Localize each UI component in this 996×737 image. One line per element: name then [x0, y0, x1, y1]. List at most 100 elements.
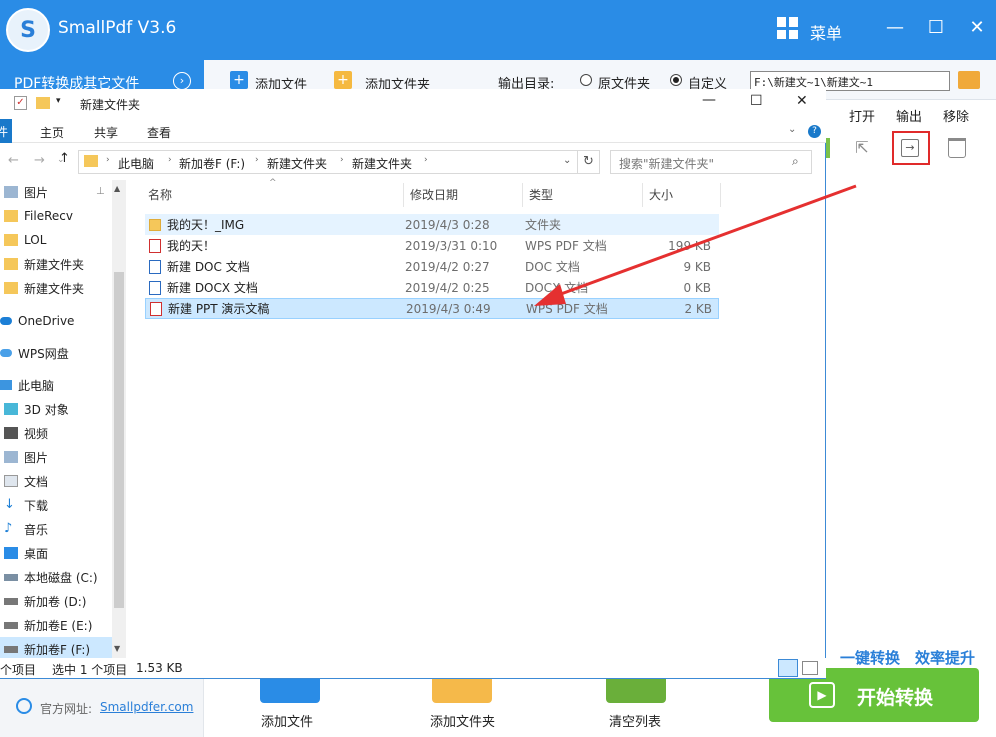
tab-view[interactable]: 查看 — [147, 124, 171, 141]
explorer-close-icon[interactable]: ✕ — [796, 93, 808, 109]
nav-item-drive-e[interactable]: 新加卷E (E:) — [0, 613, 112, 637]
nav-label: 新加卷 (D:) — [24, 594, 87, 609]
browse-folder-icon[interactable] — [958, 71, 980, 89]
tab-file[interactable]: 件 — [0, 119, 12, 143]
status-selected: 选中 1 个项目 — [52, 663, 128, 677]
explorer-ribbon — [0, 119, 826, 143]
logo-letter: S — [20, 17, 36, 43]
file-date: 2019/4/2 0:25 — [405, 280, 490, 295]
tab-file-label: 件 — [0, 125, 9, 139]
nav-item-documents[interactable]: 文档 — [0, 469, 112, 493]
tab-home[interactable]: 主页 — [40, 124, 64, 141]
nav-item-newfolder-1[interactable]: 新建文件夹 — [0, 252, 112, 276]
picture-icon — [4, 186, 18, 198]
nav-item-drive-c[interactable]: 本地磁盘 (C:) — [0, 565, 112, 589]
file-name: 我的天！ — [167, 239, 216, 253]
properties-icon[interactable]: ✓ — [14, 96, 27, 110]
trash-icon[interactable] — [948, 138, 966, 158]
nav-item-drive-d[interactable]: 新加卷 (D:) — [0, 589, 112, 613]
open-external-icon[interactable]: ⇱ — [852, 138, 872, 158]
menu-button[interactable]: 菜单 — [810, 20, 842, 44]
nav-item-videos[interactable]: 视频 — [0, 421, 112, 445]
bottom-add-folder-icon[interactable] — [432, 679, 492, 703]
bottom-add-file[interactable]: 添加文件 — [261, 711, 313, 730]
address-dropdown-icon[interactable]: ⌄ — [563, 155, 571, 166]
explorer-maximize-icon[interactable]: ☐ — [750, 93, 763, 109]
add-folder-icon[interactable]: + — [334, 71, 352, 89]
nav-label: 新加卷F (F:) — [24, 642, 91, 657]
nav-item-desktop[interactable]: 桌面 — [0, 541, 112, 565]
nav-item-3d[interactable]: 3D 对象 — [0, 397, 112, 421]
minimize-icon[interactable]: — — [880, 14, 910, 42]
nav-scroll-up-icon[interactable]: ▲ — [114, 184, 120, 193]
refresh-icon[interactable]: ↻ — [578, 150, 600, 174]
bottom-add-file-icon[interactable] — [260, 679, 320, 703]
search-input[interactable]: 搜索"新建文件夹" — [610, 150, 812, 174]
nav-item-thispc[interactable]: 此电脑 — [0, 373, 112, 397]
drive-icon — [4, 621, 18, 629]
explorer-minimize-icon[interactable]: — — [702, 92, 716, 108]
nav-item-wps[interactable]: WPS网盘 — [0, 341, 112, 365]
website-link[interactable]: Smallpdfer.com — [100, 700, 193, 714]
file-date: 2019/4/2 0:27 — [405, 259, 490, 274]
large-icons-view-icon[interactable] — [802, 661, 818, 675]
output-dir-input[interactable]: F:\新建文~1\新建文~1 — [750, 71, 950, 91]
up-icon[interactable]: ↑ — [59, 151, 70, 166]
forward-icon[interactable]: → — [34, 153, 45, 168]
folder-icon — [4, 210, 18, 222]
smallpdf-logo-icon: S — [6, 8, 50, 52]
annotation-arrow — [534, 184, 857, 306]
nav-label: 图片 — [24, 450, 49, 465]
back-icon[interactable]: ← — [8, 153, 19, 168]
nav-item-downloads[interactable]: ↓ 下载 — [0, 493, 112, 517]
website-label: 官方网址: — [40, 702, 93, 716]
help-icon[interactable]: ? — [808, 125, 821, 138]
document-icon — [4, 475, 18, 487]
add-file-icon[interactable]: + — [230, 71, 248, 89]
nav-scroll-thumb[interactable] — [114, 272, 124, 608]
nav-item-newfolder-2[interactable]: 新建文件夹 — [0, 276, 112, 300]
radio-custom[interactable] — [670, 74, 682, 86]
ribbon-expand-icon[interactable]: ⌄ — [788, 124, 796, 135]
bottom-add-folder[interactable]: 添加文件夹 — [430, 711, 495, 730]
col-remove: 移除 — [943, 110, 970, 125]
nav-item-lol[interactable]: LOL — [0, 228, 112, 252]
desktop-icon — [4, 547, 18, 559]
status-count: 个项目 — [0, 663, 37, 677]
chevron-right-icon[interactable]: › — [173, 72, 191, 90]
breadcrumb-3[interactable]: 新建文件夹 — [352, 155, 412, 172]
maximize-icon[interactable]: ☐ — [921, 14, 951, 42]
folder-icon — [149, 218, 161, 231]
nav-item-pictures[interactable]: 图片 — [0, 445, 112, 469]
breadcrumb-2[interactable]: 新建文件夹 — [267, 155, 327, 172]
breadcrumb-0[interactable]: 此电脑 — [118, 155, 154, 172]
computer-icon — [0, 380, 12, 390]
nav-item-onedrive[interactable]: OneDrive — [0, 309, 112, 333]
col-date[interactable]: 修改日期 — [404, 183, 523, 207]
details-view-icon[interactable] — [778, 659, 798, 677]
nav-item-music[interactable]: ♪ 音乐 — [0, 517, 112, 541]
play-icon: ▶ — [809, 682, 835, 708]
bottom-clear[interactable]: 清空列表 — [609, 711, 661, 730]
radio-original[interactable] — [580, 74, 592, 86]
nav-label: 视频 — [24, 426, 49, 441]
search-icon[interactable]: ⌕ — [792, 154, 799, 169]
drive-icon — [4, 573, 18, 581]
nav-scroll-down-icon[interactable]: ▼ — [114, 644, 120, 653]
nav-label: OneDrive — [18, 314, 75, 328]
bottom-clear-icon[interactable] — [606, 679, 666, 703]
close-icon[interactable]: ✕ — [962, 14, 992, 42]
quick-access-dropdown-icon[interactable]: ▾ — [56, 96, 61, 106]
drive-icon — [4, 597, 18, 605]
nav-item-pictures-quick[interactable]: 图片 — [0, 180, 112, 204]
menu-grid-icon[interactable] — [777, 17, 799, 39]
folder-icon — [4, 282, 18, 294]
nav-item-filerecv[interactable]: FileRecv — [0, 204, 112, 228]
col-name[interactable]: 名称 — [142, 183, 404, 207]
breadcrumb-1[interactable]: 新加卷F (F:) — [179, 155, 245, 172]
nav-label: 此电脑 — [18, 378, 55, 393]
tab-share[interactable]: 共享 — [94, 124, 118, 141]
output-icon[interactable]: → — [901, 139, 919, 157]
nav-label: 新建文件夹 — [24, 281, 85, 296]
quick-folder-icon[interactable] — [36, 97, 50, 109]
